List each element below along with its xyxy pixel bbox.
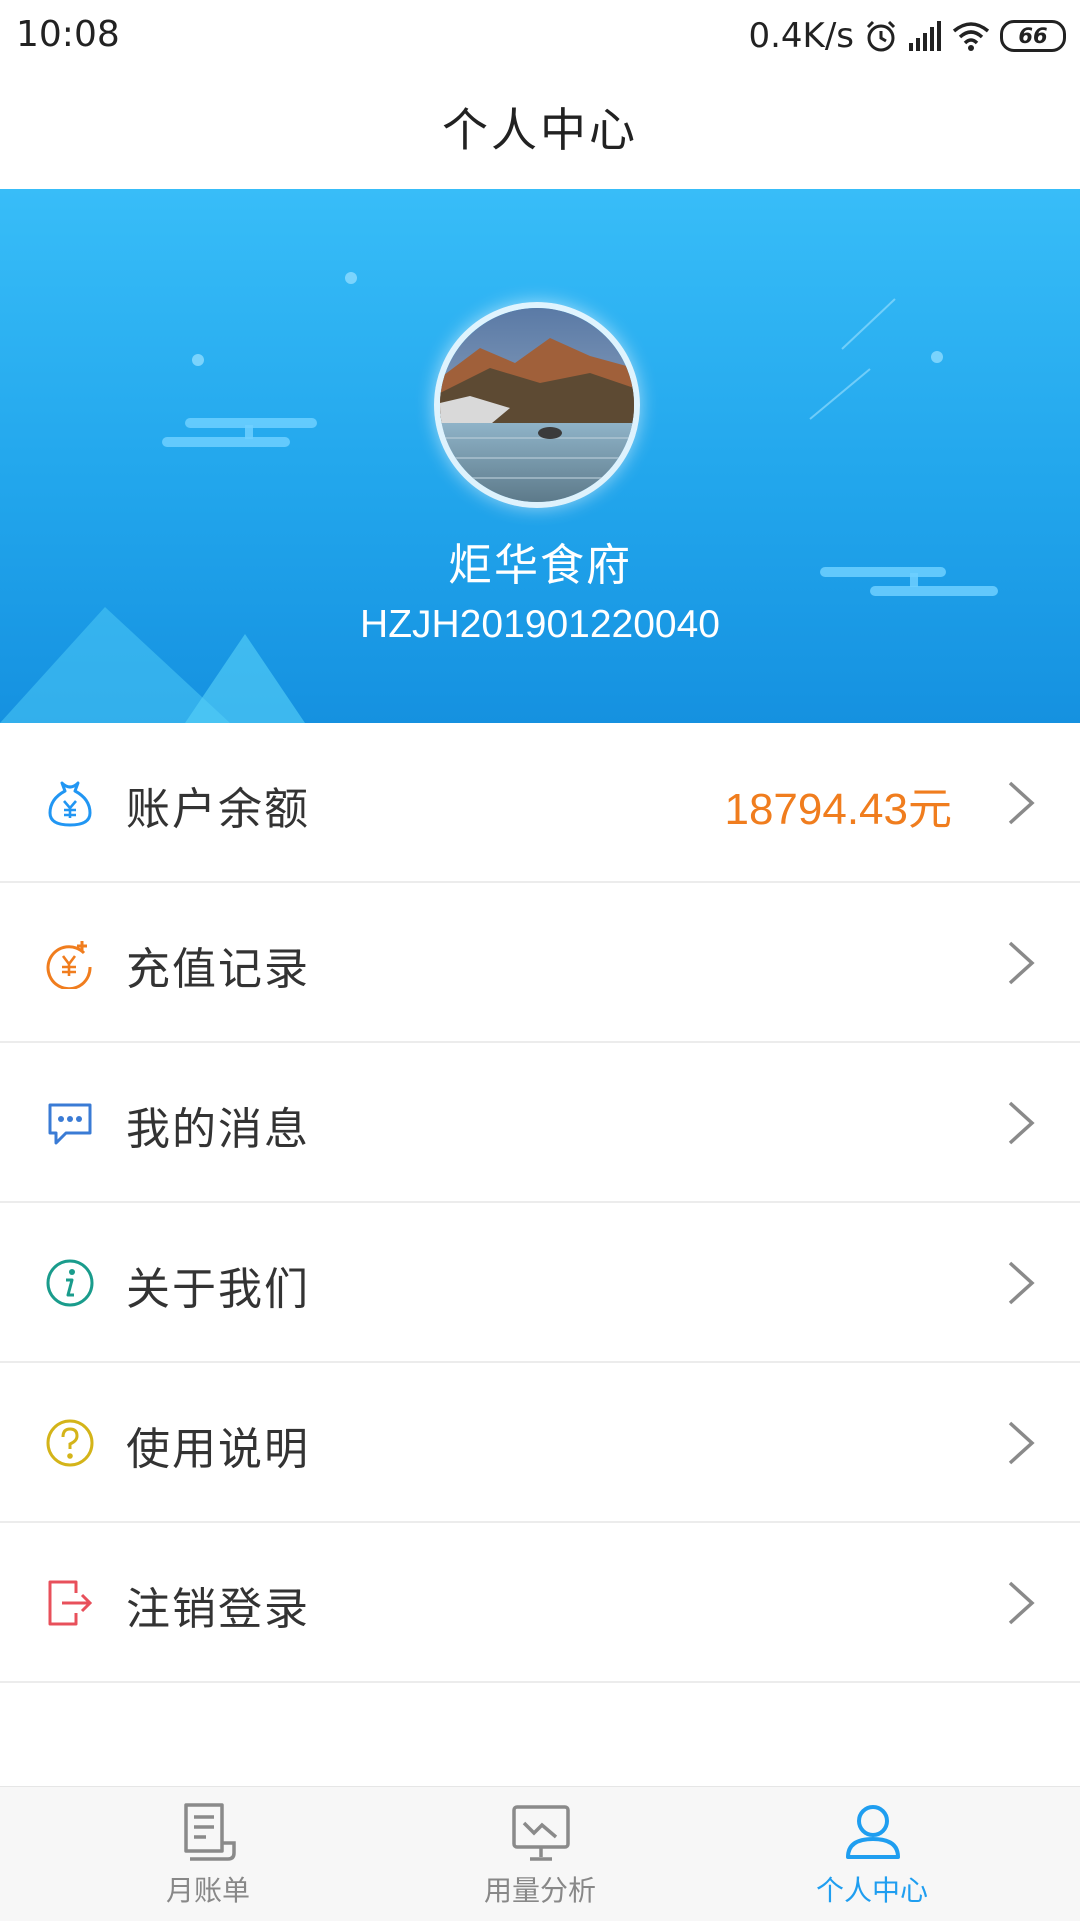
chevron-right-icon	[1008, 941, 1035, 985]
menu-label: 使用说明	[126, 1424, 310, 1475]
chevron-right-icon	[1008, 781, 1035, 825]
title-bar: 个人中心	[0, 72, 1080, 190]
bottom-nav: 月账单 用量分析 个人中心	[0, 1786, 1080, 1921]
menu-label: 账户余额	[126, 784, 310, 835]
nav-label: 个人中心	[815, 1874, 928, 1907]
alarm-icon	[866, 20, 896, 52]
menu-item-logout[interactable]: 注销登录	[0, 1523, 1080, 1683]
nav-label: 月账单	[165, 1874, 250, 1907]
menu-item-balance[interactable]: 账户余额 18794.43元	[0, 723, 1080, 883]
nav-tab-monthly-bill[interactable]: 月账单	[108, 1787, 308, 1921]
recharge-icon	[46, 941, 92, 989]
message-icon	[48, 1103, 92, 1145]
menu-label: 关于我们	[126, 1264, 310, 1315]
profile-banner: 炬华食府 HZJH201901220040	[0, 189, 1080, 723]
avatar-landscape-image	[440, 308, 634, 502]
page-title: 个人中心	[442, 103, 638, 157]
net-speed: 0.4K/s	[748, 16, 854, 56]
chevron-right-icon	[1008, 1421, 1035, 1465]
chevron-right-icon	[1008, 1261, 1035, 1305]
info-icon	[46, 1259, 94, 1307]
nav-label: 用量分析	[483, 1874, 596, 1907]
status-bar: 10:08 0.4K/s 66	[0, 0, 1080, 72]
menu-item-my-messages[interactable]: 我的消息	[0, 1043, 1080, 1203]
balance-value: 18794.43元	[724, 785, 952, 834]
battery-level: 66	[1018, 24, 1048, 48]
nav-tab-usage-analysis[interactable]: 用量分析	[440, 1787, 640, 1921]
menu-list: 账户余额 18794.43元 充值记录 我的消息 关于我们 使用说明 注销登录	[0, 723, 1080, 1683]
bill-icon	[184, 1803, 236, 1861]
help-icon	[46, 1419, 94, 1467]
menu-item-recharge-records[interactable]: 充值记录	[0, 883, 1080, 1043]
signal-icon	[909, 21, 941, 51]
user-icon	[846, 1805, 900, 1859]
menu-label: 我的消息	[126, 1104, 310, 1155]
menu-item-instructions[interactable]: 使用说明	[0, 1363, 1080, 1523]
analysis-icon	[512, 1805, 570, 1861]
nav-tab-personal-center[interactable]: 个人中心	[772, 1787, 972, 1921]
account-id: HZJH201901220040	[360, 603, 720, 646]
battery-icon: 66	[1000, 20, 1066, 52]
money-bag-icon	[48, 781, 92, 827]
status-time: 10:08	[16, 14, 120, 55]
chevron-right-icon	[1008, 1581, 1035, 1625]
avatar[interactable]	[434, 302, 640, 508]
chevron-right-icon	[1008, 1101, 1035, 1145]
menu-item-about-us[interactable]: 关于我们	[0, 1203, 1080, 1363]
wifi-icon	[952, 22, 990, 51]
status-icons: 0.4K/s 66	[748, 14, 1066, 58]
logout-icon	[48, 1580, 93, 1626]
menu-label: 注销登录	[126, 1584, 310, 1635]
menu-label: 充值记录	[126, 944, 310, 995]
user-name: 炬华食府	[448, 540, 632, 591]
